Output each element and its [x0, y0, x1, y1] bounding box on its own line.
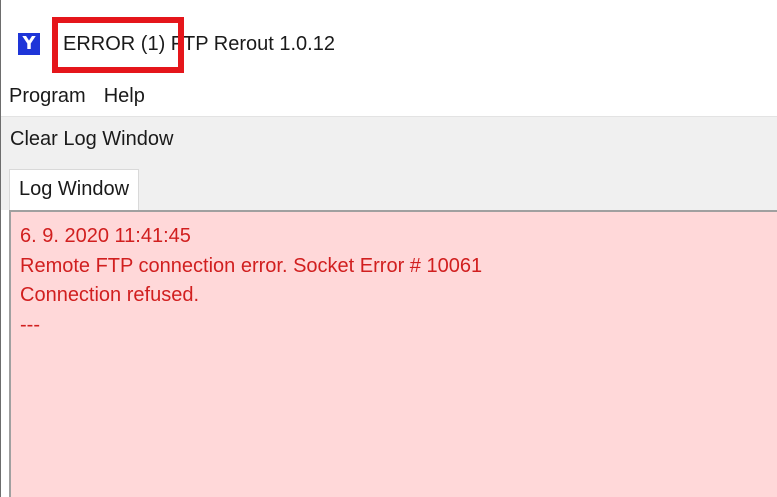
log-line-detail: Connection refused.	[20, 284, 200, 306]
tab-log-window[interactable]: Log Window	[9, 169, 140, 210]
error-highlight-box	[52, 17, 184, 73]
tab-strip: Log Window	[1, 162, 777, 210]
title-bar: Y ERROR (1) FTP Rerout 1.0.12	[1, 0, 777, 76]
app-window: Y ERROR (1) FTP Rerout 1.0.12 Program He…	[0, 0, 777, 497]
menu-bar: Program Help	[1, 78, 777, 114]
title-app-name: FTP Rerout 1.0.12	[165, 33, 335, 55]
menu-help[interactable]: Help	[95, 78, 154, 114]
toolbar: Clear Log Window	[1, 116, 777, 162]
log-line-error: Remote FTP connection error. Socket Erro…	[20, 254, 483, 277]
app-logo-icon[interactable]: Y	[18, 33, 40, 55]
log-line-timestamp: 6. 9. 2020 11:41:45	[20, 225, 191, 247]
log-line-separator: ---	[20, 313, 40, 336]
menu-program[interactable]: Program	[1, 78, 95, 114]
log-window-panel[interactable]: 6. 9. 2020 11:41:45 Remote FTP connectio…	[9, 210, 777, 497]
clear-log-window-button[interactable]: Clear Log Window	[7, 123, 176, 155]
